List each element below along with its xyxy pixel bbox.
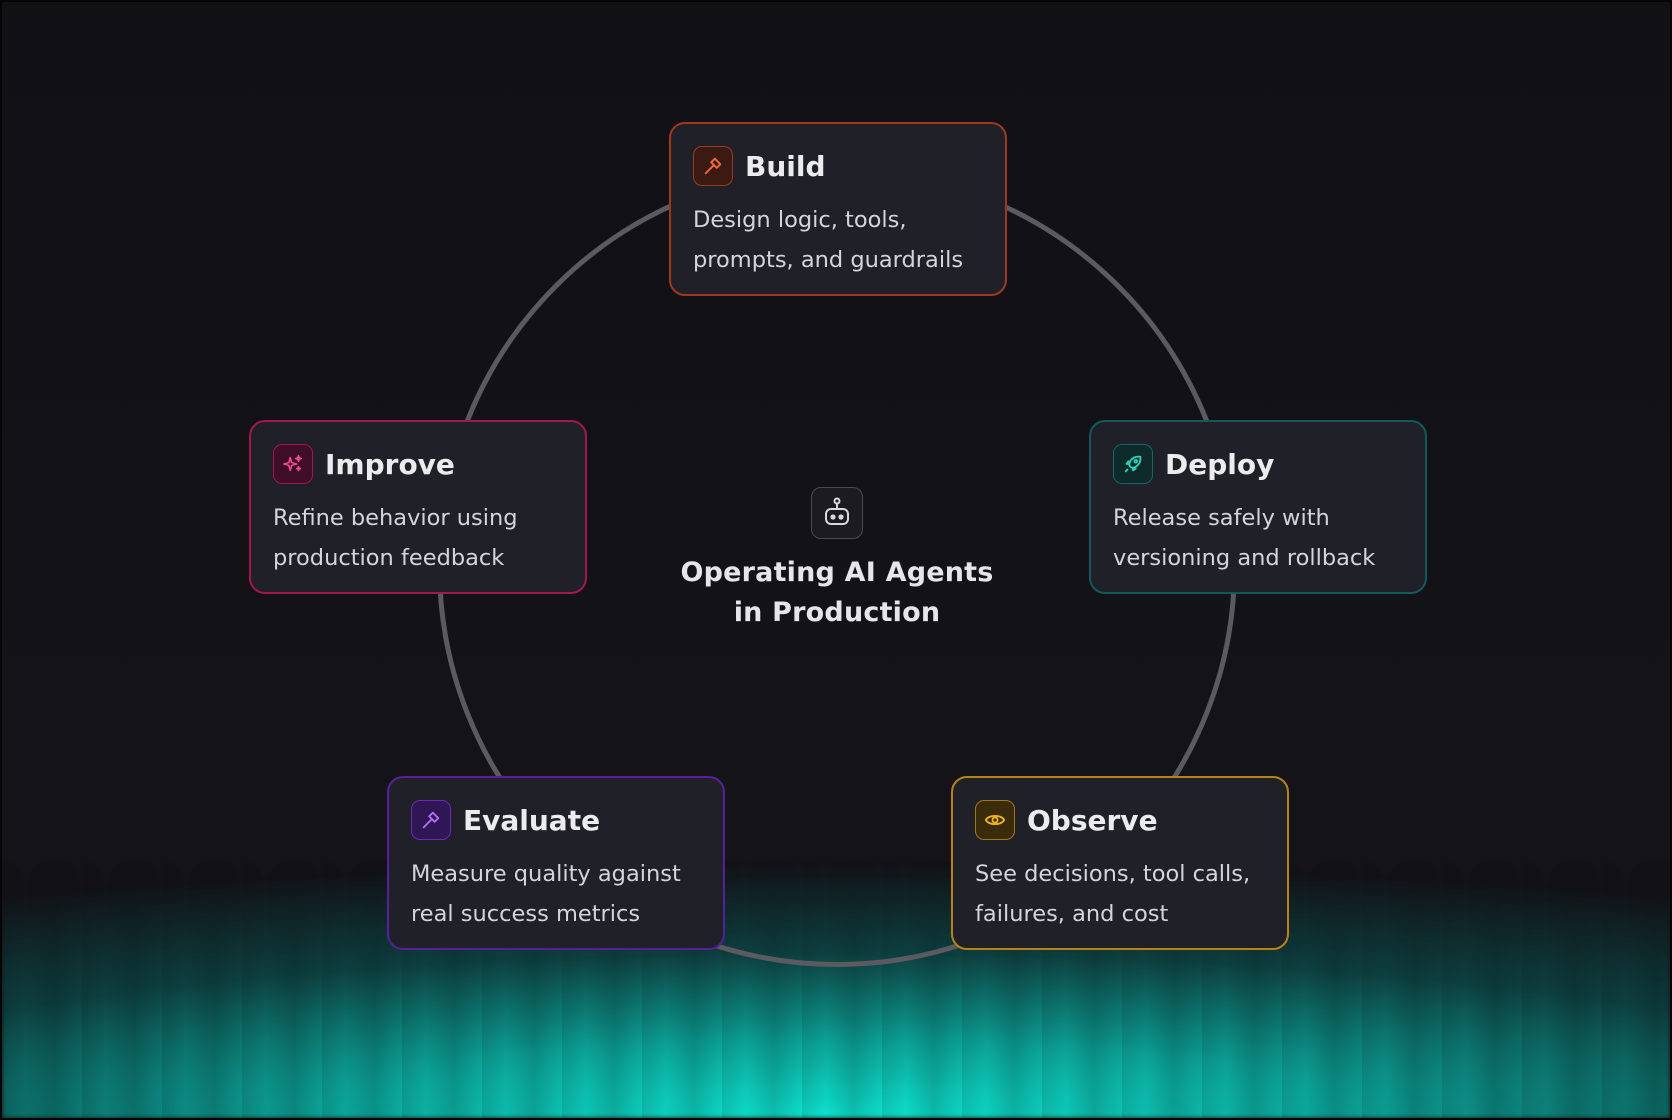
stage-description: Release safely with versioning and rollb… (1113, 505, 1376, 571)
stage-card-observe: Observe See decisions, tool calls, failu… (951, 776, 1289, 950)
stage-description: See decisions, tool calls, failures, and… (975, 861, 1251, 927)
eye-icon (975, 800, 1015, 840)
stage-card-improve: Improve Refine behavior using production… (249, 420, 587, 594)
center-title: Operating AI Agents in Production (680, 557, 994, 628)
stage-description: Refine behavior using production feedbac… (273, 505, 518, 571)
stage-card-evaluate: Evaluate Measure quality against real su… (387, 776, 725, 950)
stage-title: Improve (325, 447, 455, 481)
stage-title: Evaluate (463, 803, 601, 837)
hammer-icon (693, 146, 733, 186)
stage-title: Observe (1027, 803, 1158, 837)
sparkles-icon (273, 444, 313, 484)
stage-card-deploy: Deploy Release safely with versioning an… (1089, 420, 1427, 594)
center-label: Operating AI Agents in Production (637, 487, 1037, 633)
stage-title: Deploy (1165, 447, 1275, 481)
hammer-icon (411, 800, 451, 840)
stage-description: Measure quality against real success met… (411, 861, 681, 927)
stage-title: Build (745, 149, 826, 183)
diagram-canvas: Operating AI Agents in Production Build … (0, 0, 1672, 1120)
stage-description: Design logic, tools, prompts, and guardr… (693, 207, 964, 273)
rocket-icon (1113, 444, 1153, 484)
robot-icon (811, 487, 863, 539)
stage-card-build: Build Design logic, tools, prompts, and … (669, 122, 1007, 296)
